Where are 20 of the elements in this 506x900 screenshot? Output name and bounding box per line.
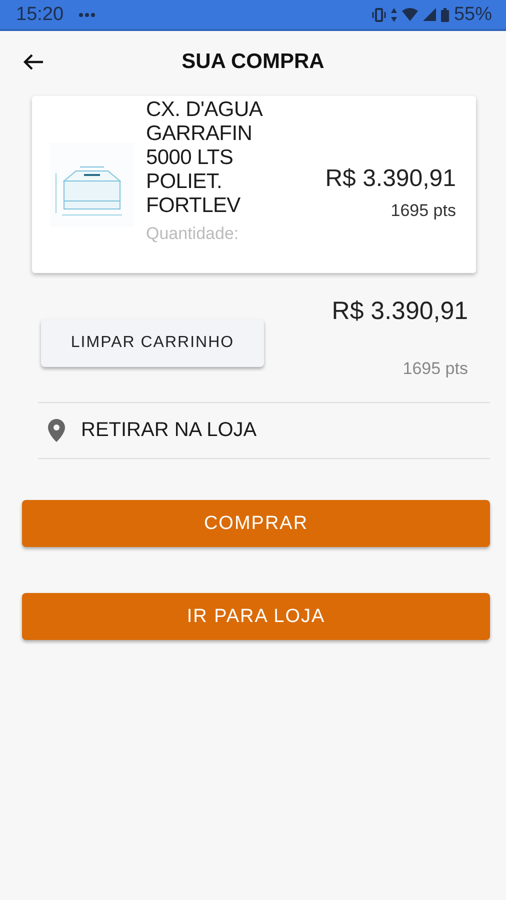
item-points: 1695 pts: [390, 200, 456, 220]
total-points: 1695 pts: [402, 359, 468, 379]
battery-percentage: 55%: [454, 4, 492, 26]
battery-icon: [440, 8, 449, 22]
back-arrow-icon: [22, 53, 44, 71]
quantity-label: Quantidade:: [146, 224, 239, 243]
data-arrows-icon: [390, 8, 397, 22]
page-title: SUA COMPRA: [182, 50, 324, 73]
product-name: CX. D'AGUA GARRAFIN 5000 LTS POLIET. FORTLEV: [146, 98, 264, 218]
wifi-icon: [402, 8, 418, 21]
notification-dots-icon: [78, 12, 96, 18]
back-button[interactable]: [22, 53, 44, 71]
signal-icon: [422, 8, 436, 21]
pickup-option[interactable]: RETIRAR NA LOJA: [38, 402, 490, 459]
total-price: R$ 3.390,91: [332, 297, 468, 326]
location-pin-icon: [48, 419, 65, 442]
vibrate-icon: [372, 8, 386, 22]
status-time: 15:20: [16, 4, 64, 26]
clear-cart-button[interactable]: LIMPAR CARRINHO: [41, 319, 264, 367]
item-price: R$ 3.390,91: [325, 164, 456, 192]
